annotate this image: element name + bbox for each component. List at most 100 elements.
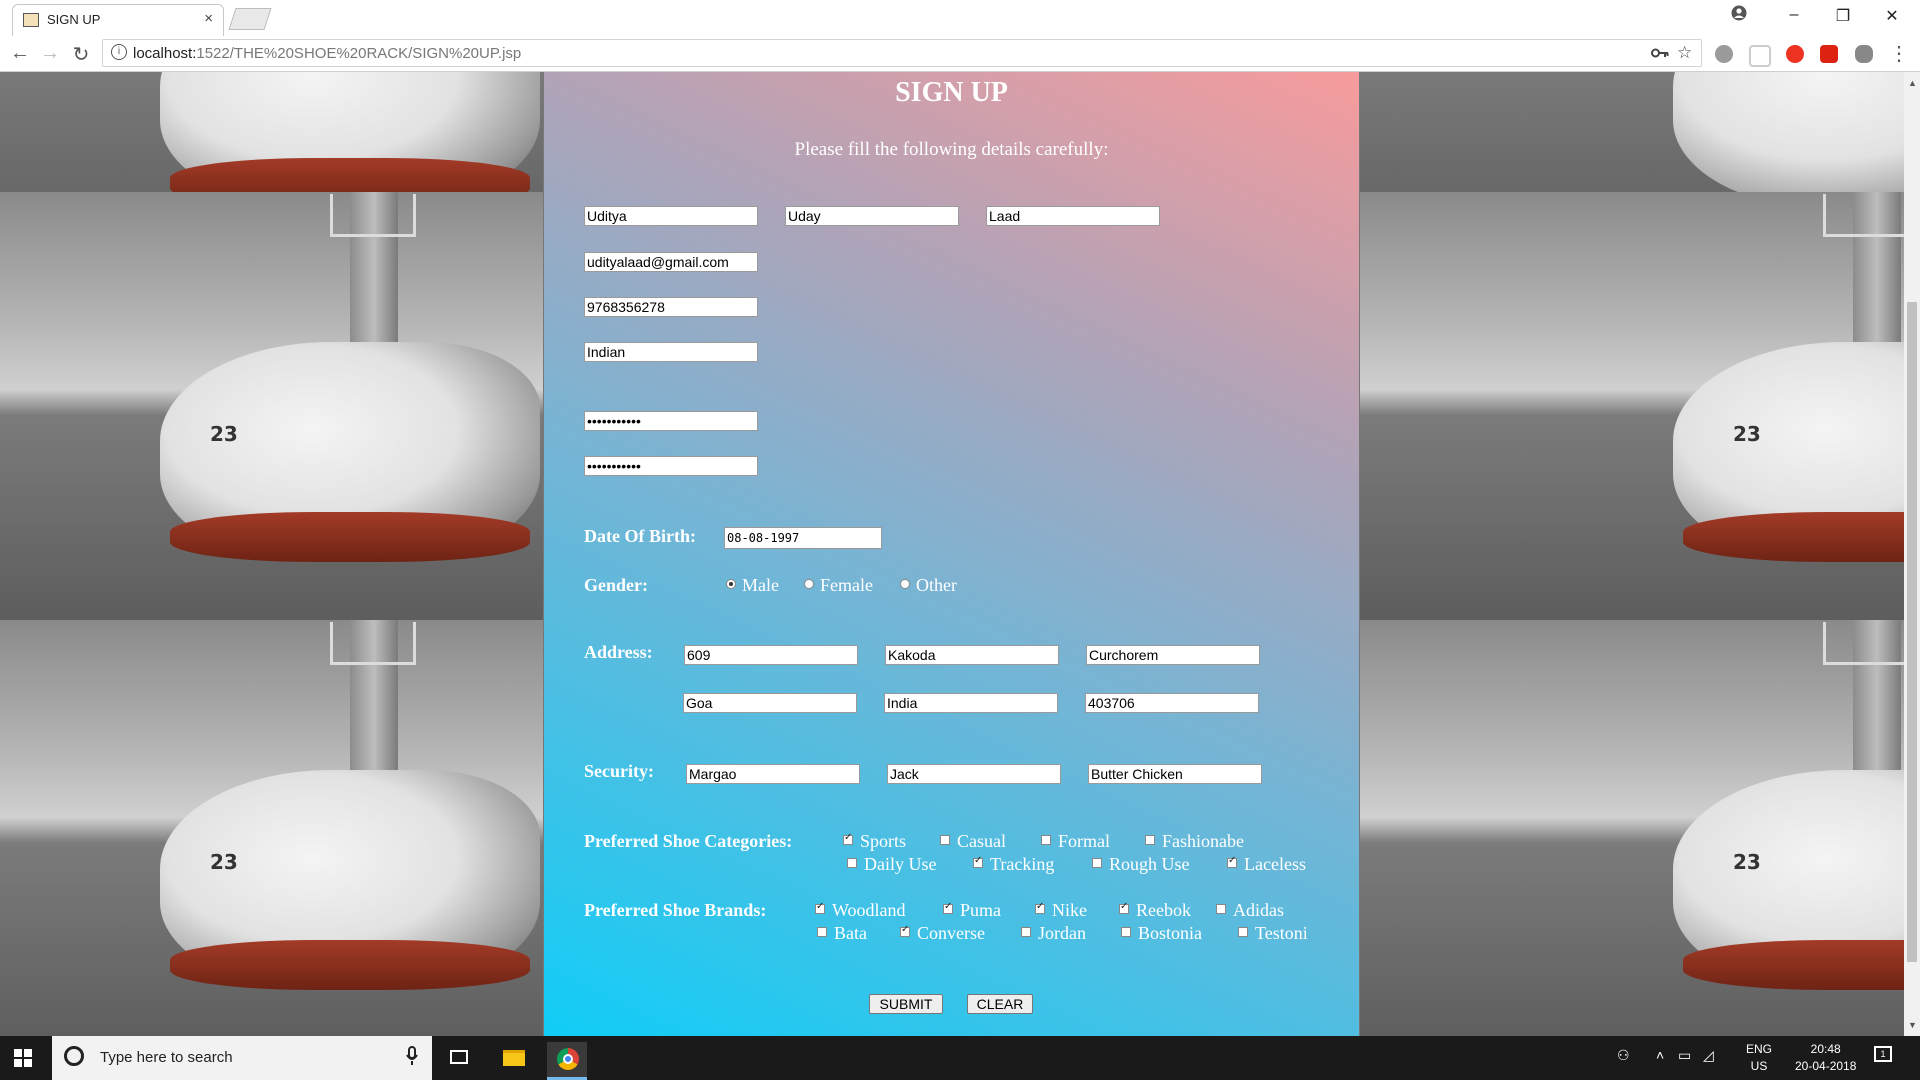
brand-checkbox-reebok[interactable] bbox=[1119, 901, 1129, 914]
back-button[interactable]: ← bbox=[8, 42, 32, 65]
reload-button[interactable]: ↻ bbox=[69, 42, 93, 67]
category-label: Tracking bbox=[990, 854, 1055, 874]
windows-taskbar: Type here to search ⚇ ˄ ▭ ◿ ENG US 20:48 … bbox=[0, 1036, 1920, 1080]
scrollbar-thumb[interactable] bbox=[1907, 302, 1917, 962]
background-shoe-image: 23 bbox=[1523, 192, 1904, 621]
category-checkbox-fashionabe[interactable] bbox=[1145, 835, 1155, 845]
extension-icon[interactable] bbox=[1715, 45, 1733, 63]
category-checkbox-sports[interactable] bbox=[843, 832, 853, 845]
background-shoe-image: 23 bbox=[1523, 620, 1904, 1036]
submit-button[interactable]: SUBMIT bbox=[869, 994, 943, 1014]
video-extension-icon[interactable] bbox=[1820, 45, 1838, 63]
scroll-down-icon[interactable]: ▼ bbox=[1908, 1020, 1917, 1030]
clear-button[interactable]: CLEAR bbox=[967, 994, 1033, 1014]
restore-button[interactable]: ❐ bbox=[1831, 6, 1855, 26]
category-label: Rough Use bbox=[1109, 854, 1190, 874]
security-answer-3-input[interactable] bbox=[1088, 764, 1262, 784]
taskbar-clock[interactable]: 20:48 20-04-2018 bbox=[1795, 1041, 1856, 1075]
address-line2-input[interactable] bbox=[885, 645, 1059, 665]
gender-radio-other[interactable] bbox=[900, 579, 910, 589]
category-checkbox-rough-use[interactable] bbox=[1092, 858, 1102, 868]
middle-name-input[interactable] bbox=[785, 206, 959, 226]
file-explorer-icon[interactable] bbox=[494, 1042, 534, 1074]
close-window-button[interactable]: ✕ bbox=[1880, 6, 1904, 26]
city-input[interactable] bbox=[1086, 645, 1260, 665]
security-label: Security: bbox=[584, 761, 654, 781]
category-checkbox-casual[interactable] bbox=[940, 835, 950, 845]
input-language[interactable]: ENG US bbox=[1746, 1041, 1772, 1075]
pincode-input[interactable] bbox=[1085, 693, 1259, 713]
key-icon[interactable] bbox=[1651, 47, 1669, 59]
background-shoe-image: 23 bbox=[0, 620, 543, 1036]
taskbar-search-box[interactable]: Type here to search bbox=[52, 1036, 432, 1080]
brand-checkbox-nike[interactable] bbox=[1035, 901, 1045, 914]
star-icon[interactable]: ☆ bbox=[1677, 43, 1692, 63]
phone-input[interactable] bbox=[584, 297, 758, 317]
network-icon[interactable]: ◿ bbox=[1703, 1047, 1714, 1064]
site-info-icon[interactable]: i bbox=[111, 44, 127, 60]
task-view-icon[interactable] bbox=[440, 1042, 480, 1074]
extension-icon[interactable] bbox=[1855, 45, 1873, 63]
minimize-button[interactable]: – bbox=[1782, 6, 1806, 24]
state-input[interactable] bbox=[683, 693, 857, 713]
confirm-password-input[interactable] bbox=[584, 456, 758, 476]
brand-checkbox-converse[interactable] bbox=[900, 924, 910, 937]
battery-icon[interactable]: ▭ bbox=[1678, 1047, 1691, 1064]
brand-checkbox-woodland[interactable] bbox=[815, 901, 825, 914]
brands-label: Preferred Shoe Brands: bbox=[584, 900, 767, 920]
notification-center-icon[interactable]: 1 bbox=[1874, 1046, 1892, 1062]
people-icon[interactable]: ⚇ bbox=[1617, 1047, 1630, 1064]
brand-label: Adidas bbox=[1233, 900, 1284, 920]
tab-sign-up[interactable]: SIGN UP × bbox=[12, 4, 224, 36]
brand-checkbox-jordan[interactable] bbox=[1021, 927, 1031, 937]
address-bar[interactable]: i localhost:1522/THE%20SHOE%20RACK/SIGN%… bbox=[102, 39, 1702, 67]
category-checkbox-formal[interactable] bbox=[1041, 835, 1051, 845]
profile-icon[interactable] bbox=[1731, 5, 1747, 21]
search-placeholder: Type here to search bbox=[100, 1049, 233, 1066]
password-input[interactable] bbox=[584, 411, 758, 431]
email-input[interactable] bbox=[584, 252, 758, 272]
category-label: Formal bbox=[1058, 831, 1110, 851]
new-tab-button[interactable] bbox=[228, 8, 272, 30]
scroll-up-icon[interactable]: ▲ bbox=[1908, 78, 1917, 88]
country-input[interactable] bbox=[884, 693, 1058, 713]
dob-input[interactable] bbox=[724, 527, 882, 549]
extension-icon[interactable] bbox=[1749, 45, 1771, 67]
security-answer-1-input[interactable] bbox=[686, 764, 860, 784]
category-label: Laceless bbox=[1244, 854, 1306, 874]
page-favicon-icon bbox=[23, 13, 39, 27]
gender-label: Gender: bbox=[584, 575, 648, 595]
gender-radio-female[interactable] bbox=[804, 579, 814, 589]
last-name-input[interactable] bbox=[986, 206, 1160, 226]
category-checkbox-laceless[interactable] bbox=[1227, 855, 1237, 868]
category-checkbox-tracking[interactable] bbox=[973, 855, 983, 868]
brand-checkbox-puma[interactable] bbox=[943, 901, 953, 914]
signup-form-panel: SIGN UP Please fill the following detail… bbox=[544, 72, 1359, 1036]
page-scrollbar[interactable]: ▲ ▼ bbox=[1904, 72, 1920, 1036]
gender-radio-male[interactable] bbox=[726, 579, 736, 589]
brand-label: Bata bbox=[834, 923, 867, 943]
category-label: Fashionabe bbox=[1162, 831, 1244, 851]
cortana-icon[interactable] bbox=[64, 1046, 84, 1066]
brand-checkbox-bostonia[interactable] bbox=[1121, 927, 1131, 937]
windows-start-icon[interactable] bbox=[14, 1049, 32, 1067]
security-answer-2-input[interactable] bbox=[887, 764, 1061, 784]
chrome-menu-icon[interactable]: ⋮ bbox=[1887, 41, 1911, 66]
brand-checkbox-testoni[interactable] bbox=[1238, 927, 1248, 937]
microphone-icon[interactable] bbox=[406, 1046, 418, 1066]
category-checkbox-daily-use[interactable] bbox=[847, 858, 857, 868]
brand-label: Puma bbox=[960, 900, 1002, 920]
brand-checkbox-bata[interactable] bbox=[817, 927, 827, 937]
forward-button[interactable]: → bbox=[38, 42, 62, 65]
gender-option-label: Female bbox=[820, 575, 873, 595]
tab-close-icon[interactable]: × bbox=[204, 10, 213, 27]
chrome-taskbar-icon[interactable] bbox=[547, 1042, 587, 1080]
brand-checkbox-adidas[interactable] bbox=[1216, 904, 1226, 914]
address-line1-input[interactable] bbox=[684, 645, 858, 665]
opera-extension-icon[interactable] bbox=[1786, 45, 1804, 63]
brand-label: Jordan bbox=[1038, 923, 1086, 943]
nationality-input[interactable] bbox=[584, 342, 758, 362]
show-hidden-icons-icon[interactable]: ˄ bbox=[1656, 1047, 1664, 1063]
page-title: SIGN UP bbox=[895, 77, 1008, 108]
first-name-input[interactable] bbox=[584, 206, 758, 226]
